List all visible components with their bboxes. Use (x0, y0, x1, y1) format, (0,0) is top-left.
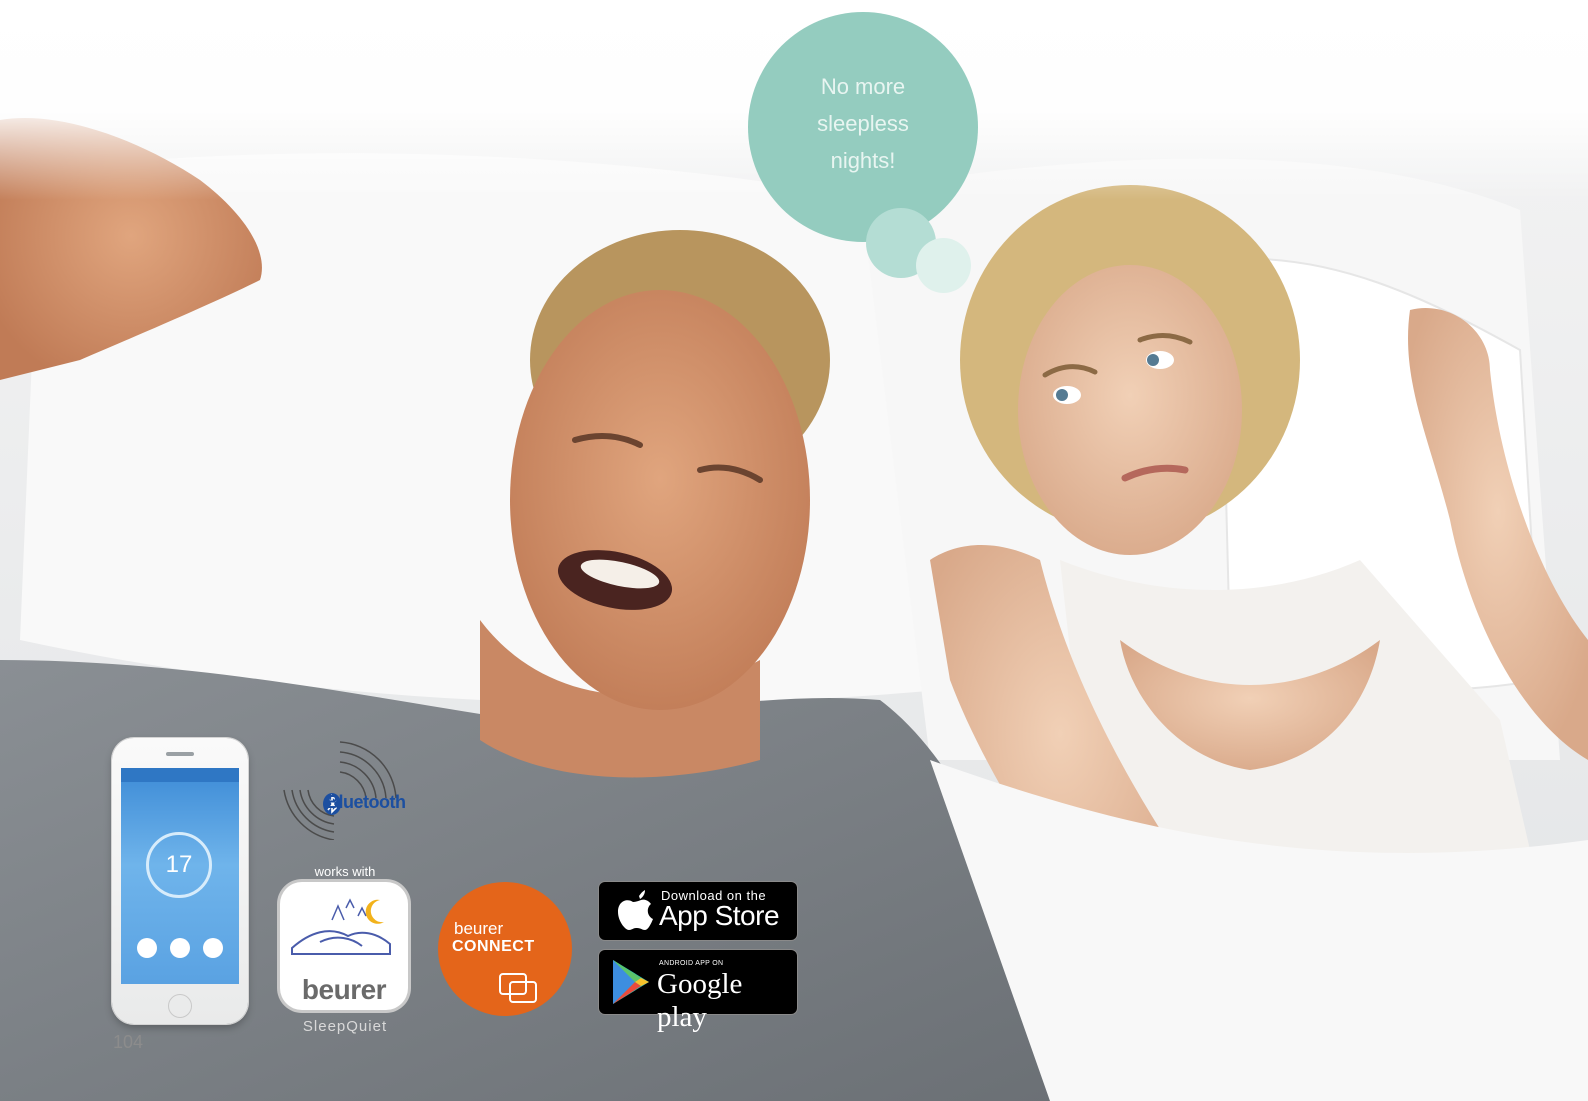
phone-score-value: 17 (165, 851, 193, 878)
connect-window-icon (438, 973, 537, 1016)
smartphone-image: 17 (112, 738, 248, 1024)
phone-dot-icon (137, 938, 157, 958)
bluetooth-waves-icon (283, 741, 397, 841)
google-play-small-label: ANDROID APP ON (659, 960, 724, 967)
phone-speaker (166, 752, 194, 756)
phone-chart-icon (170, 938, 190, 958)
phone-home-button (168, 994, 192, 1018)
app-store-button[interactable]: Download on the App Store (599, 882, 797, 940)
app-store-big-label: App Store (659, 900, 780, 931)
bubble-line-1: No more (820, 73, 906, 99)
google-play-big-label: Google play (657, 968, 743, 1033)
works-with-label: works with (314, 864, 376, 879)
phone-settings-icon (203, 938, 223, 958)
beurer-connect-badge: beurer CONNECT (438, 882, 572, 1016)
google-play-icon (613, 960, 649, 1004)
page-number: 104 (113, 1032, 144, 1052)
sleeping-figure-icon (291, 898, 391, 955)
phone-score-ring: 17 (146, 832, 212, 898)
apple-icon (618, 890, 653, 930)
bubble-line-3: nights! (830, 147, 896, 173)
sleepquiet-app-icon[interactable]: beurer (280, 882, 408, 1010)
thought-bubble-text: No more sleepless nights! (793, 68, 933, 179)
bubble-line-2: sleepless (817, 110, 909, 136)
google-play-button[interactable]: ANDROID APP ON Google play (599, 950, 797, 1033)
thought-bubble-small-2 (916, 238, 971, 293)
bluetooth-label: Bluetooth (326, 792, 406, 812)
thought-bubble: No more sleepless nights! (748, 12, 978, 242)
bluetooth-logo: Bluetooth (270, 730, 440, 841)
phone-status-bar (121, 768, 239, 782)
app-name-caption: SleepQuiet (302, 1018, 388, 1035)
phone-screen: 17 (121, 768, 239, 984)
app-icon-brand: beurer (301, 974, 387, 1005)
